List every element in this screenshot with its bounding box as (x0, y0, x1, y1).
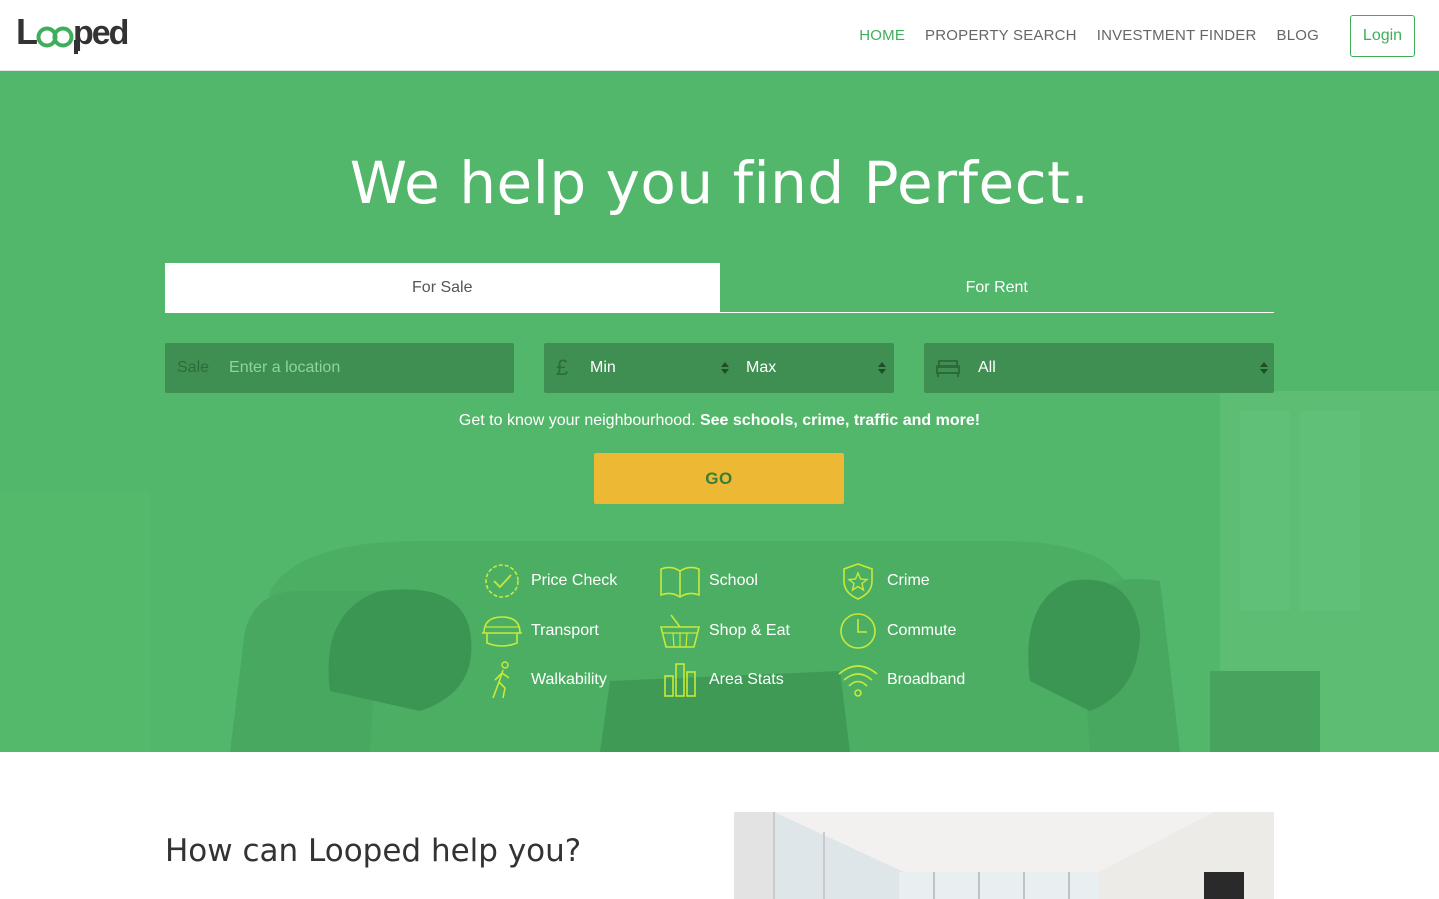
commute-icon (840, 613, 876, 649)
feature-grid: Price Check School Crime Transport Shop … (481, 561, 1001, 711)
feature-label: Crime (887, 572, 930, 589)
feature-area-stats: Area Stats (659, 660, 784, 700)
search-form: Sale £ Min Max All (165, 343, 1274, 393)
login-button[interactable]: Login (1350, 15, 1415, 57)
site-header: L ped HOME PROPERTY SEARCH INVESTMENT FI… (0, 0, 1439, 71)
nav-blog[interactable]: BLOG (1277, 27, 1319, 44)
location-field: Sale (165, 343, 514, 393)
feature-label: School (709, 572, 758, 589)
looped-logo[interactable]: L ped (16, 12, 136, 58)
nav-home[interactable]: HOME (859, 27, 905, 44)
select-arrows-icon (721, 362, 729, 374)
feature-broadband: Broadband (837, 660, 965, 700)
feature-crime: Crime (837, 561, 930, 601)
tab-for-sale[interactable]: For Sale (165, 263, 720, 312)
neighbourhood-tagline: Get to know your neighbourhood. See scho… (0, 412, 1439, 430)
interior-photo (734, 812, 1274, 899)
feature-price-check: Price Check (481, 561, 617, 601)
min-price-value: Min (590, 359, 616, 376)
pound-icon: £ (556, 355, 569, 380)
interior-photo-illustration (734, 812, 1274, 899)
select-arrows-icon (878, 362, 886, 374)
svg-text:L: L (16, 12, 37, 52)
feature-transport: Transport (481, 611, 599, 651)
feature-label: Area Stats (709, 671, 784, 688)
area-stats-icon (664, 663, 696, 697)
bedrooms-value: All (978, 359, 996, 376)
feature-label: Price Check (531, 572, 618, 589)
price-check-icon (485, 564, 519, 598)
location-prefix-label: Sale (177, 359, 210, 376)
crime-icon (843, 563, 873, 600)
nav-property-search[interactable]: PROPERTY SEARCH (925, 27, 1077, 44)
shop-eat-icon (659, 614, 701, 648)
feature-label: Walkability (531, 671, 607, 688)
neighbourhood-link[interactable]: See schools, crime, traffic and more! (700, 412, 980, 429)
walkability-icon (492, 661, 510, 699)
main-nav: HOME PROPERTY SEARCH INVESTMENT FINDER B… (859, 0, 1319, 71)
bedrooms-select[interactable]: All (978, 343, 1274, 393)
hero-title: We help you find Perfect. (349, 149, 1090, 217)
feature-walkability: Walkability (481, 660, 607, 700)
location-input[interactable] (229, 359, 514, 377)
neighbourhood-text: Get to know your neighbourhood. (458, 412, 696, 429)
max-price-select[interactable]: Max (746, 343, 892, 393)
nav-investment-finder[interactable]: INVESTMENT FINDER (1097, 27, 1257, 44)
select-arrows-icon (1260, 362, 1268, 374)
min-price-select[interactable]: Min (590, 343, 735, 393)
transport-icon (482, 616, 522, 647)
bed-icon (936, 360, 960, 377)
feature-label: Broadband (887, 671, 966, 688)
price-range-field: £ Min Max (544, 343, 894, 393)
svg-text:ped: ped (73, 14, 128, 52)
section-title: How can Looped help you? (165, 833, 582, 869)
bedrooms-field: All (924, 343, 1274, 393)
feature-school: School (659, 561, 758, 601)
school-icon (660, 566, 700, 598)
max-price-value: Max (746, 359, 777, 376)
feature-label: Shop & Eat (709, 622, 790, 639)
feature-shop-eat: Shop & Eat (659, 611, 790, 651)
listing-type-tabs: For Sale For Rent (165, 263, 1274, 313)
feature-label: Transport (531, 622, 599, 639)
tab-for-rent[interactable]: For Rent (720, 263, 1275, 312)
hero-section: We help you find Perfect. For Sale For R… (0, 71, 1439, 752)
feature-commute: Commute (837, 611, 956, 651)
feature-label: Commute (887, 622, 957, 639)
broadband-icon (838, 665, 878, 697)
go-button[interactable]: GO (594, 453, 844, 504)
